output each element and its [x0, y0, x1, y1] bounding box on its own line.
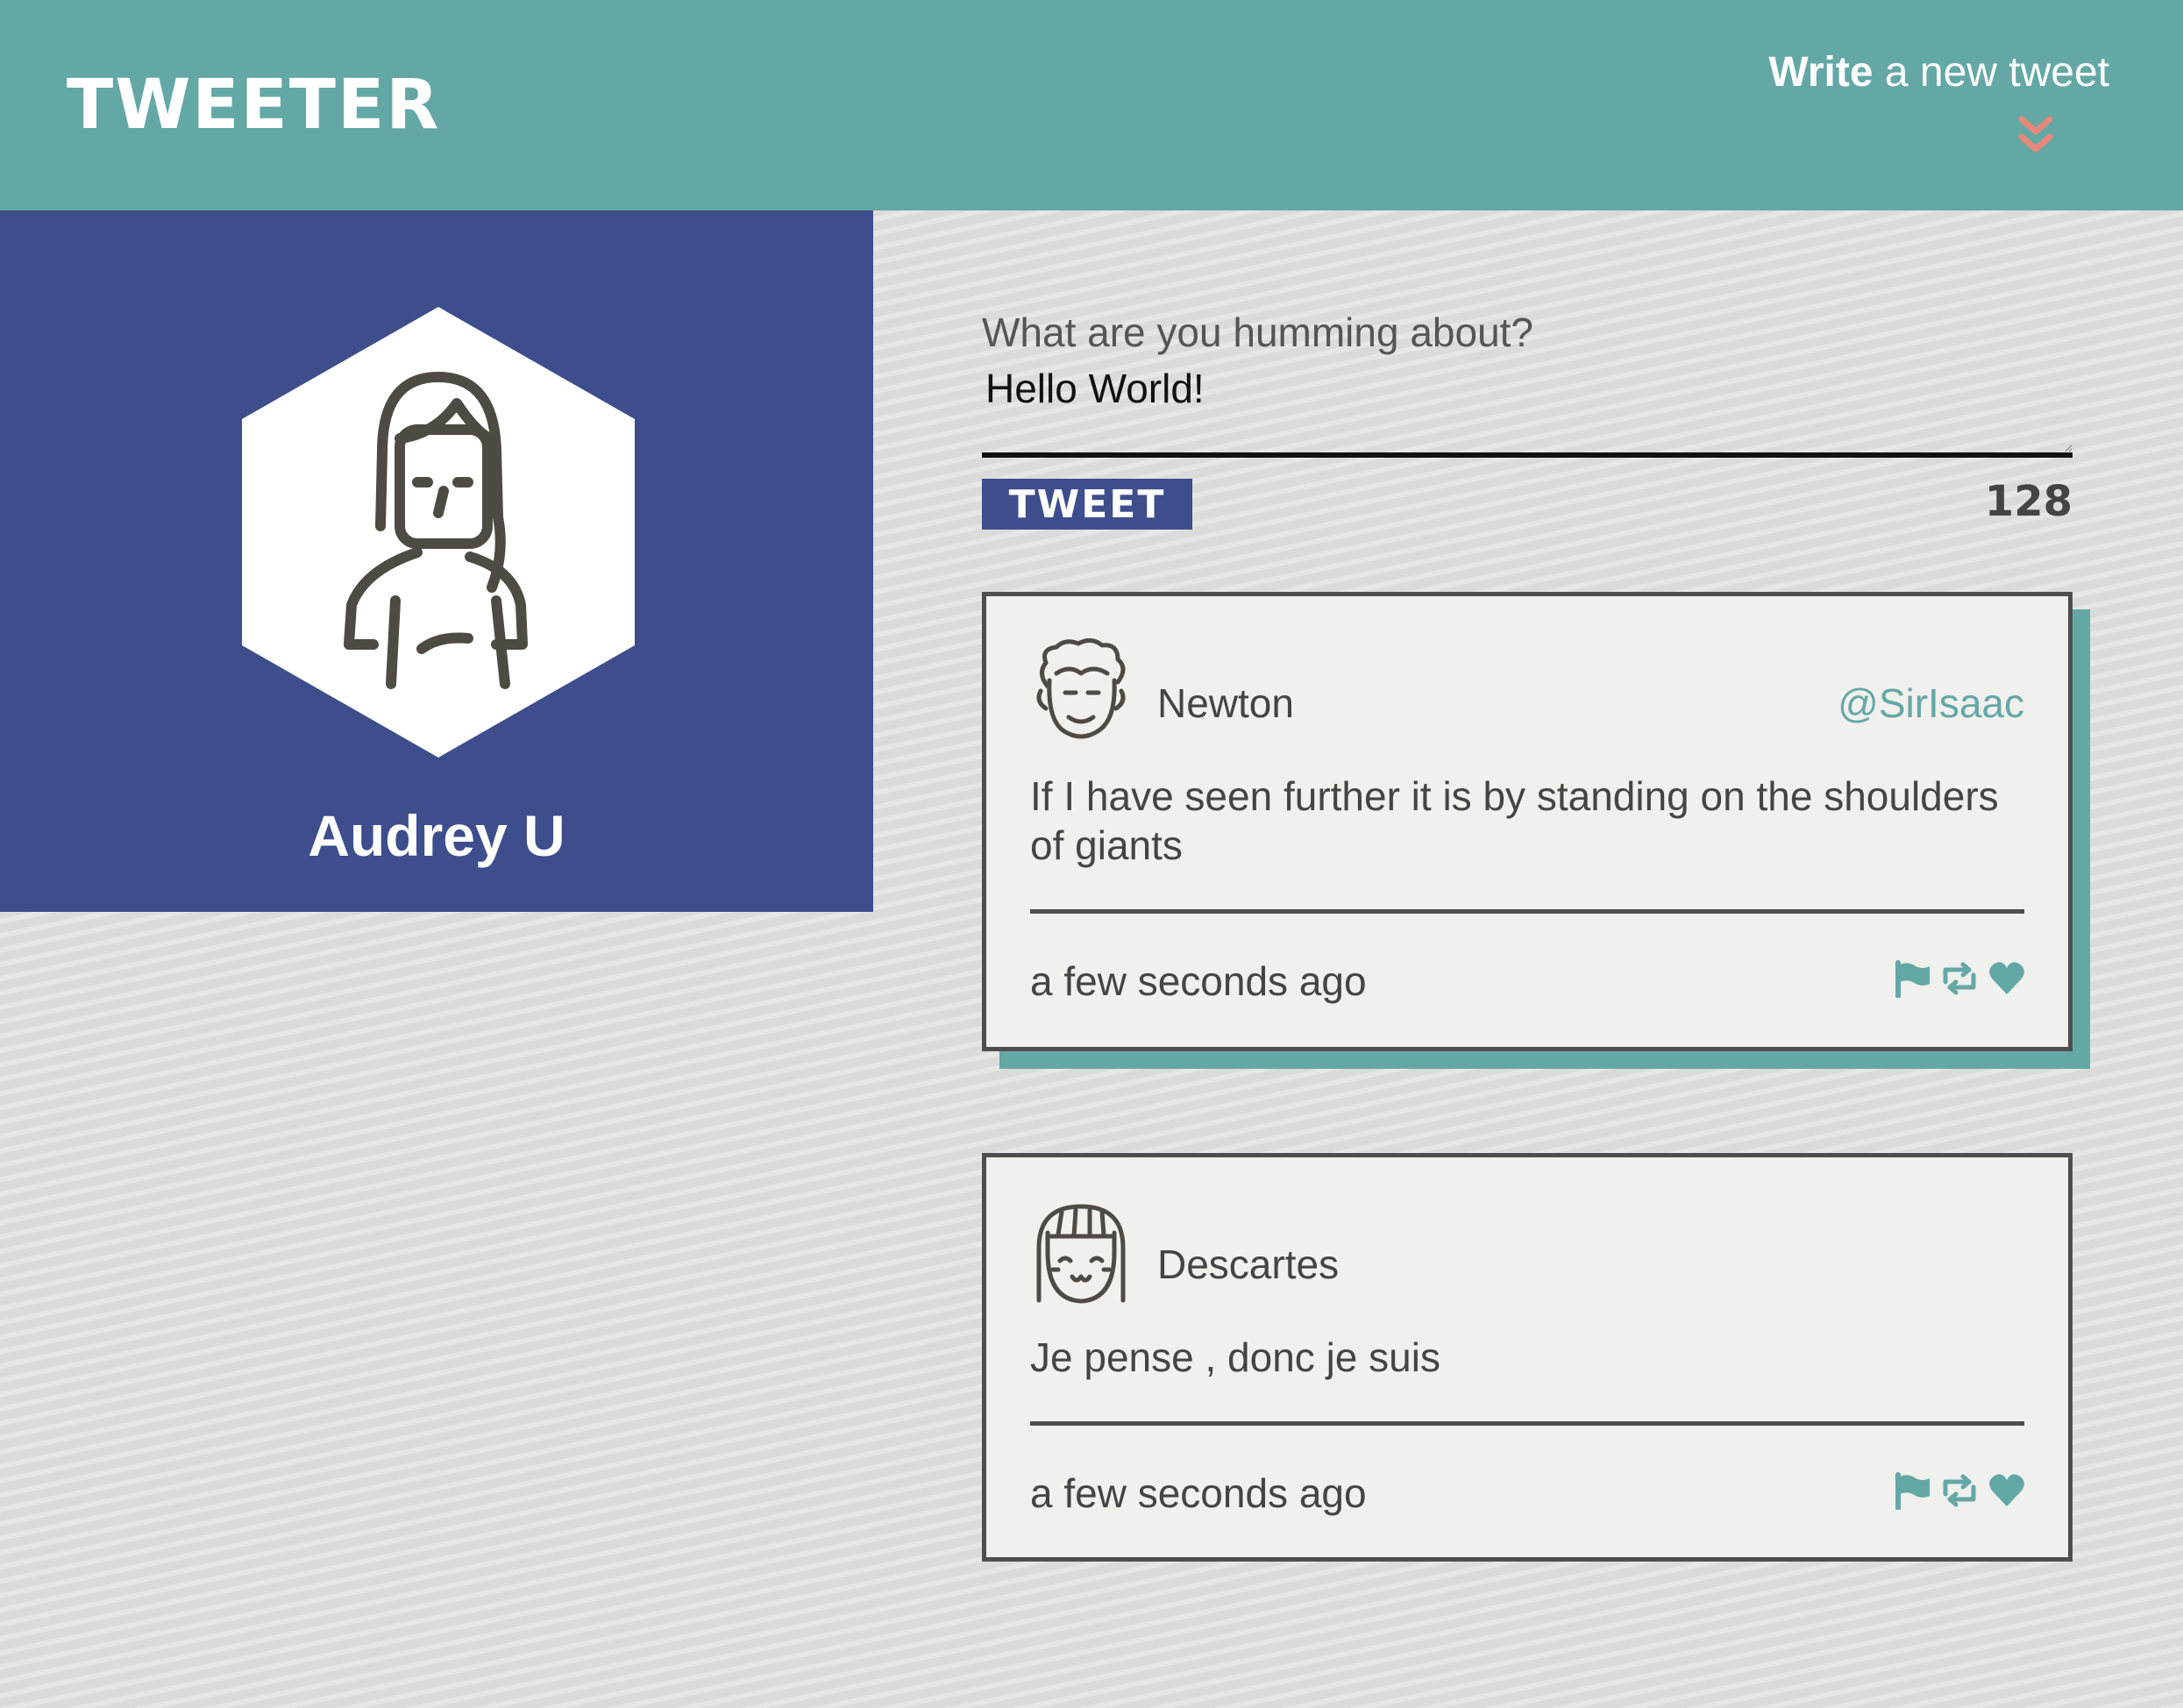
tweet-composer: What are you humming about? Hello World!…: [982, 307, 2073, 530]
tweet-submit-button[interactable]: TWEET: [982, 479, 1192, 530]
character-counter: 128: [1984, 477, 2073, 526]
app-logo[interactable]: TWEETER: [67, 61, 440, 149]
flag-icon[interactable]: [1893, 1471, 1931, 1510]
heart-icon[interactable]: [1987, 959, 2026, 998]
tweet-card[interactable]: Descartes Je pense , donc je suis a few …: [982, 1153, 2073, 1562]
tweet-timestamp: a few seconds ago: [1030, 1470, 1367, 1516]
tweet-text: Je pense , donc je suis: [1030, 1333, 2024, 1426]
compose-toggle-bold: Write: [1768, 49, 1874, 96]
retweet-icon[interactable]: [1940, 1471, 1979, 1510]
newton-avatar-icon: [1036, 638, 1126, 739]
heart-icon[interactable]: [1987, 1471, 2026, 1510]
tweet-card[interactable]: Newton @SirIsaac If I have seen further …: [982, 592, 2073, 1051]
tweet-actions: [1893, 1471, 2026, 1510]
tweet-header: Descartes: [986, 1157, 2068, 1333]
user-avatar: [242, 307, 635, 758]
tweet-header: Newton @SirIsaac: [986, 596, 2068, 772]
tweet-author-name[interactable]: Descartes: [1157, 1241, 1339, 1288]
descartes-avatar-icon: [1036, 1204, 1126, 1304]
tweet-actions: [1893, 959, 2026, 998]
compose-toggle-rest: a new tweet: [1873, 49, 2109, 96]
tweet-footer: a few seconds ago: [986, 1426, 2068, 1557]
tweet-text-input[interactable]: Hello World!: [982, 361, 2073, 458]
retweet-icon[interactable]: [1940, 959, 1979, 998]
tweet-text: If I have seen further it is by standing…: [1030, 772, 2024, 914]
flag-icon[interactable]: [1893, 959, 1931, 998]
profile-card: Audrey U: [0, 210, 873, 912]
tweet-timestamp: a few seconds ago: [1030, 958, 1367, 1004]
tweet-author-name[interactable]: Newton: [1157, 680, 1294, 727]
tweet-author-handle[interactable]: @SirIsaac: [1838, 680, 2024, 727]
tweet-footer: a few seconds ago: [986, 914, 2068, 1047]
top-nav-bar: TWEETER Write a new tweet: [0, 0, 2183, 210]
double-chevron-down-icon[interactable]: [2009, 112, 2062, 165]
composer-prompt-label: What are you humming about?: [982, 310, 1534, 355]
profile-name: Audrey U: [308, 803, 565, 868]
write-new-tweet-toggle[interactable]: Write a new tweet: [1741, 48, 2109, 96]
